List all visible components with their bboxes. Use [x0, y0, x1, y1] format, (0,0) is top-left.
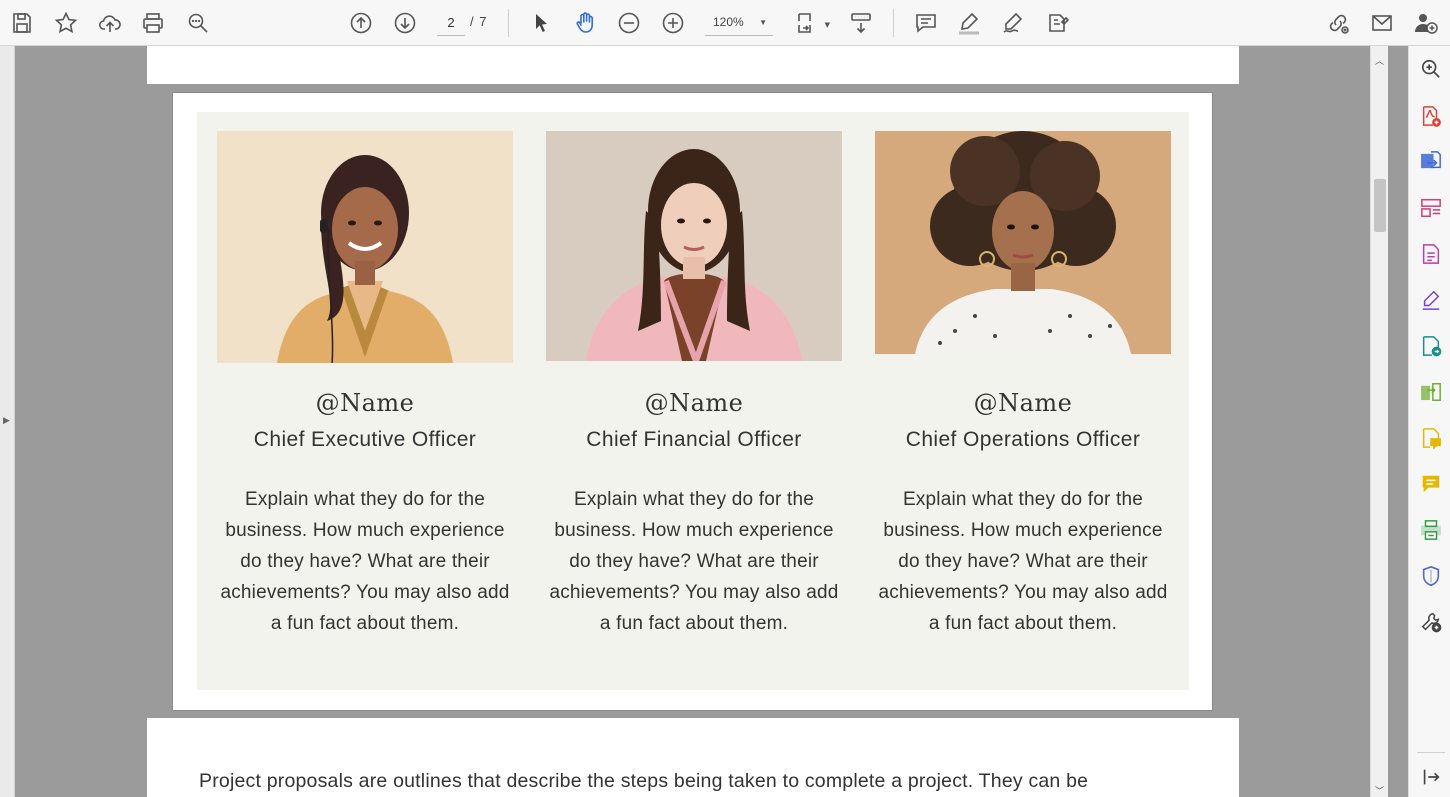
team-member-description: Explain what they do for the business. H… [220, 489, 510, 634]
vertical-scrollbar[interactable]: ︿ ﹀ [1370, 46, 1388, 797]
chevron-down-icon: ▼ [759, 18, 767, 27]
zoom-level-value: 120% [713, 15, 744, 29]
fill-sign-icon[interactable] [1418, 287, 1444, 313]
page-body-text: Project proposals are outlines that desc… [199, 770, 1089, 792]
previous-page-icon[interactable] [343, 5, 379, 41]
toolbar-divider [508, 9, 509, 37]
scrolling-mode-icon[interactable] [843, 5, 879, 41]
edit-pdf-icon[interactable] [1418, 241, 1444, 267]
compare-files-icon[interactable] [1418, 379, 1444, 405]
search-zoom-icon[interactable] [180, 5, 216, 41]
zoom-level-select[interactable]: 120% ▼ [705, 9, 773, 36]
page-total: / 7 [470, 14, 488, 29]
save-icon[interactable] [4, 5, 40, 41]
comment-icon[interactable] [1418, 471, 1444, 497]
print-icon[interactable] [135, 5, 171, 41]
team-member-role: Chief Financial Officer [586, 428, 802, 451]
organize-pages-icon[interactable] [1418, 195, 1444, 221]
next-page: Project proposals are outlines that desc… [147, 718, 1239, 797]
export-pdf-icon[interactable] [1418, 148, 1444, 174]
select-cursor-icon[interactable] [523, 5, 559, 41]
left-navigation-strip: ▶ [0, 46, 15, 797]
right-tools-pane [1408, 46, 1450, 797]
toolbar-divider [893, 9, 894, 37]
team-member-role: Chief Operations Officer [905, 428, 1141, 451]
current-page: @Name Chief Executive Officer Explain wh… [172, 92, 1213, 711]
team-member-name: @Name [973, 389, 1073, 417]
scroll-down-arrow-icon[interactable]: ﹀ [1375, 784, 1384, 797]
scrollbar-thumb[interactable] [1374, 179, 1386, 232]
team-member-photo [217, 131, 513, 363]
zoom-search-icon[interactable] [1418, 56, 1444, 82]
previous-page [147, 46, 1239, 84]
next-page-icon[interactable] [387, 5, 423, 41]
email-icon[interactable] [1364, 5, 1400, 41]
page-number-input[interactable] [437, 9, 465, 36]
comment-icon[interactable] [908, 5, 944, 41]
send-for-review-icon[interactable] [1418, 333, 1444, 359]
team-member-photo [546, 131, 842, 361]
highlight-pen-icon[interactable] [951, 5, 987, 41]
scroll-up-arrow-icon[interactable]: ︿ [1375, 54, 1384, 67]
team-member-name: @Name [644, 389, 744, 417]
bookmark-star-icon[interactable] [48, 5, 84, 41]
zoom-out-icon[interactable] [611, 5, 647, 41]
create-pdf-icon[interactable] [1418, 103, 1444, 129]
main-toolbar: / 7 120% ▼ ▼ [0, 0, 1450, 46]
expand-pane-icon[interactable] [1418, 764, 1444, 790]
team-panel: @Name Chief Executive Officer Explain wh… [197, 112, 1189, 690]
expand-left-pane-icon[interactable]: ▶ [3, 416, 10, 426]
share-link-icon[interactable] [1320, 5, 1356, 41]
team-member-description: Explain what they do for the business. H… [549, 489, 839, 634]
chevron-down-icon: ▼ [824, 21, 830, 29]
document-viewport[interactable]: @Name Chief Executive Officer Explain wh… [15, 46, 1370, 797]
tools-divider [1417, 752, 1445, 753]
team-member-name: @Name [315, 389, 415, 417]
protect-shield-icon[interactable] [1418, 563, 1444, 589]
fill-sign-icon[interactable] [1039, 5, 1075, 41]
more-tools-icon[interactable] [1418, 609, 1444, 635]
team-member-description: Explain what they do for the business. H… [878, 489, 1168, 634]
upload-cloud-icon[interactable] [92, 5, 128, 41]
team-member-photo [875, 131, 1171, 354]
draw-signature-icon[interactable] [995, 5, 1031, 41]
team-member-role: Chief Executive Officer [253, 428, 477, 451]
zoom-in-icon[interactable] [655, 5, 691, 41]
hand-tool-icon[interactable] [567, 5, 603, 41]
print-production-icon[interactable] [1418, 517, 1444, 543]
comment-notes-icon[interactable] [1418, 425, 1444, 451]
fit-page-icon[interactable]: ▼ [790, 5, 832, 41]
add-user-icon[interactable] [1408, 5, 1444, 41]
